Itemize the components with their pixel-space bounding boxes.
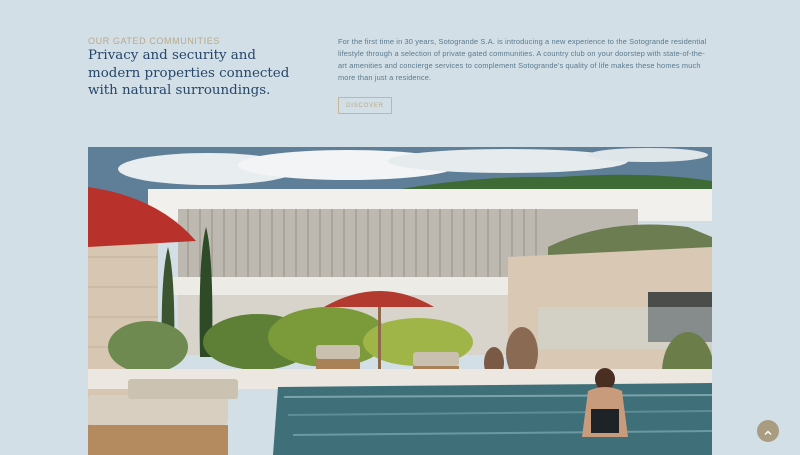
discover-button[interactable]: DISCOVER (338, 97, 392, 114)
chevron-up-icon (763, 426, 773, 436)
section-headline: Privacy and security and modern properti… (88, 48, 290, 98)
hero-image (88, 147, 712, 455)
section-description: For the first time in 30 years, Sotogran… (338, 37, 707, 82)
section-eyebrow: OUR GATED COMMUNITIES (88, 36, 220, 46)
scroll-to-top-button[interactable] (757, 420, 779, 442)
gated-communities-intro: OUR GATED COMMUNITIES Privacy and securi… (88, 36, 712, 126)
